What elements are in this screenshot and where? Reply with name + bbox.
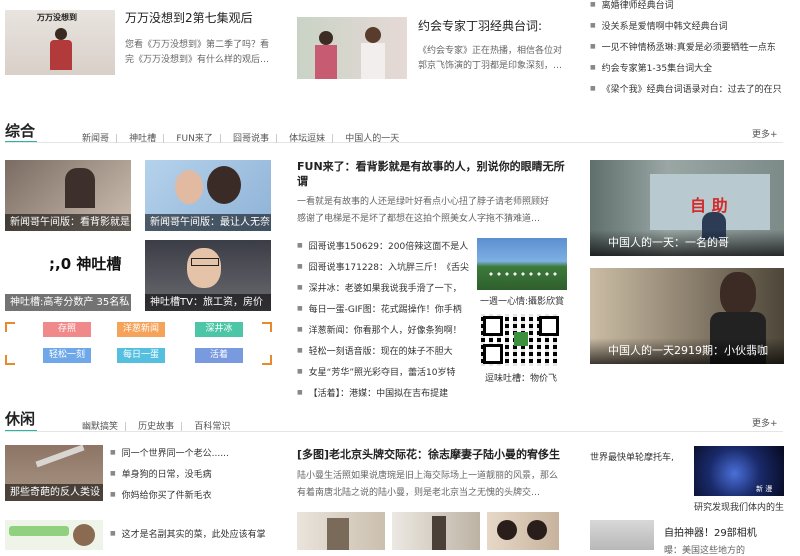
qr-code[interactable] xyxy=(481,314,561,366)
xiuxian-more-link[interactable]: 更多+ xyxy=(752,416,778,429)
top-card1-title[interactable]: 万万没想到2第七集观后 xyxy=(125,9,253,26)
list-item[interactable]: 轻松一刻语音版：现在的妹子不胆大 xyxy=(297,341,472,362)
zonghe-thumb-3[interactable]: ;,0 神吐槽 神吐槽:高考分数产 35名私 xyxy=(5,240,131,311)
tag-huozhe[interactable]: 活着 xyxy=(195,348,243,363)
list-item[interactable]: 洋葱新闻：你看那个人，好像条狗啊！ xyxy=(297,320,472,341)
thumb-caption: 新闻哥午间版：最让人无奈 xyxy=(145,214,271,231)
nav-fun[interactable]: FUN来了 xyxy=(176,134,213,144)
top-card1-thumb[interactable]: 万万没想到 xyxy=(5,10,115,75)
shentucao-logo: ;,0 神吐槽 xyxy=(49,255,122,273)
xiuxian-photo-3[interactable] xyxy=(487,512,559,550)
nav-youmo[interactable]: 幽默搞笑 xyxy=(82,422,118,432)
thumb-caption: 神吐槽TV：旅工资，房价 xyxy=(145,294,271,311)
person-figure xyxy=(55,28,67,40)
right-photo-man[interactable]: 中国人的一天2919期：小伙翡咖 xyxy=(590,268,784,364)
zonghe-thumb-2[interactable]: 新闻哥午间版：最让人无奈 xyxy=(145,160,271,231)
zonghe-thumb-1[interactable]: 新闻哥午间版：看背影就是 xyxy=(5,160,131,231)
list-item[interactable]: 单身狗的日常，没毛病 xyxy=(110,464,280,485)
list-item[interactable]: 每日一蛋-GIF图：花式踢操作！你手柄 xyxy=(297,299,472,320)
top-card1-thumb-text: 万万没想到 xyxy=(37,13,77,22)
list-item[interactable]: 囧哥说事171228：入坑胖三斤！《舌尖 xyxy=(297,257,472,278)
zonghe-summary-1: 一看就是有故事的人还是绿叶好看点小心扭了脖子请老师照顾好 xyxy=(297,197,550,207)
list-item[interactable]: 深井冰：老婆如果我说我手滑了一下， xyxy=(297,278,472,299)
top-card2-desc2: 郭京飞饰演的丁羽都是印象深刻，… xyxy=(418,61,563,71)
xiuxian-summary-1: 陆小曼生活照如果说唐琬是旧上海交际场上一道靓丽的风景，那么 xyxy=(297,471,559,481)
tag-qingsong[interactable]: 轻松一刻 xyxy=(43,348,91,363)
nav-titan[interactable]: 体坛逗妹 xyxy=(289,134,325,144)
top-list-item[interactable]: 离婚律师经典台词 xyxy=(590,0,795,16)
nav-zhongguoren[interactable]: 中国人的一天 xyxy=(345,134,399,144)
zonghe-headline-2[interactable]: 谓 xyxy=(297,173,308,189)
list-item[interactable]: 【活着】：港媒：中国拟在吉布提建 xyxy=(297,383,472,404)
section-title-xiuxian: 休闲 xyxy=(5,410,36,428)
top-list-item[interactable]: 《梁个我》经典台词语录对白：过去了的在只 xyxy=(590,79,795,100)
xiuxian-photo-1[interactable] xyxy=(297,512,385,550)
tag-cunzhao[interactable]: 存照 xyxy=(43,322,91,337)
mid-photo-caption[interactable]: 一週一心情:攝影欣賞 xyxy=(480,294,564,307)
xiuxian-right-item2[interactable]: 自拍神器！29部相机 xyxy=(664,524,757,539)
zonghe-headline-1[interactable]: FUN来了：看背影就是有故事的人，别说你的眼睛无所 xyxy=(297,158,572,174)
xiuxian-summary-2: 有着南唐北陆之说的陆小曼，则是老北京当之无愧的头牌交… xyxy=(297,488,541,498)
top-card2-title[interactable]: 约会专家丁羽经典台词: xyxy=(418,17,542,34)
top-card1-desc1: 您看《万万没想到》第二季了吗？看 xyxy=(125,40,270,50)
xiuxian-headline[interactable]: [多图]老北京头牌交际花：徐志摩妻子陆小曼的宥侈生 xyxy=(297,446,567,462)
xiuxian-photo-2[interactable] xyxy=(392,512,480,550)
top-list-item[interactable]: 一见不钟情杨丞琳:真爱是必须要牺牲一点东 xyxy=(590,37,795,58)
xiuxian-right-text[interactable]: 世界最快单轮摩托车, xyxy=(590,450,690,463)
list-item[interactable]: 同一个世界同一个老公...... xyxy=(110,443,280,464)
thumb-caption: 那些奇葩的反人类设 xyxy=(5,484,103,501)
nav-jiongge[interactable]: 囧哥说事 xyxy=(233,134,269,144)
list-item[interactable]: 你妈给你买了件新毛衣 xyxy=(110,485,280,506)
top-list-item[interactable]: 约会专家第1-35集台词大全 xyxy=(590,58,795,79)
right-photo-caption: 中国人的一天：一名的哥 xyxy=(590,230,784,256)
xiuxian-thumb-1[interactable]: 那些奇葩的反人类设 xyxy=(5,445,103,501)
thumb-caption: 神吐槽:高考分数产 35名私 xyxy=(5,294,131,311)
xiuxian-right-thumb-2[interactable] xyxy=(590,520,654,550)
tag-shenjingbing[interactable]: 深井冰 xyxy=(195,322,243,337)
nav-lishi[interactable]: 历史故事 xyxy=(138,422,174,432)
mid-photo-flowers[interactable] xyxy=(477,238,567,290)
xiuxian-thumb-2[interactable] xyxy=(5,520,103,550)
list-item[interactable]: 女星“芳华”照光彩夺目，蕾活10岁特 xyxy=(297,362,472,383)
tag-frame-corner-br xyxy=(262,355,272,365)
xiuxian-right-thumb-label: 新 漫 xyxy=(756,485,773,493)
nav-baike[interactable]: 百科常识 xyxy=(194,422,230,432)
nav-shentucao[interactable]: 神吐槽 xyxy=(129,134,156,144)
qr-caption[interactable]: 逗味吐槽：物价飞 xyxy=(485,371,557,384)
right-photo-driver[interactable]: 自 助 中国人的一天：一名的哥 xyxy=(590,160,784,256)
tag-yangcong[interactable]: 洋葱新闻 xyxy=(117,322,165,337)
nav-xinwenge[interactable]: 新闻哥 xyxy=(82,134,109,144)
thumb-caption: 新闻哥午间版：看背影就是 xyxy=(5,214,131,231)
xiuxian-list: 同一个世界同一个老公...... 单身狗的日常，没毛病 你妈给你买了件新毛衣 xyxy=(110,443,280,506)
tag-frame-corner-bl xyxy=(5,355,15,365)
top-card2-thumb[interactable] xyxy=(297,17,407,79)
zonghe-thumb-4[interactable]: 神吐槽TV：旅工资，房价 xyxy=(145,240,271,311)
top-list: 离婚律师经典台词 没关系是爱情啊中韩文经典台词 一见不钟情杨丞琳:真爱是必须要牺… xyxy=(590,0,795,100)
zonghe-summary-2: 感谢了电梯是不是坏了都想在这拍个照美女人字拖不猜难道… xyxy=(297,214,541,224)
top-card2-desc1: 《约会专家》正在热播，相信各位对 xyxy=(418,46,563,56)
xiuxian-right-thumb[interactable]: 新 漫 xyxy=(694,446,784,496)
tag-meiri[interactable]: 每日一蛋 xyxy=(117,348,165,363)
list-item[interactable]: 这才是名副其实的菜，此处应该有掌 xyxy=(110,524,280,545)
xiuxian-nav: 幽默搞笑 | 历史故事 | 百科常识 xyxy=(82,422,231,432)
tag-frame-corner-tl xyxy=(5,322,15,332)
zonghe-more-link[interactable]: 更多+ xyxy=(752,127,778,140)
list-item[interactable]: 囧哥说事150629：200倍辣这面不是人 xyxy=(297,236,472,257)
top-card1-desc2: 完《万万没想到》有什么样的观后… xyxy=(125,55,270,65)
zonghe-nav: 新闻哥 | 神吐槽 | FUN来了 | 囧哥说事 | 体坛逗妹 | 中国人的一天 xyxy=(82,134,400,144)
zonghe-bullet-list: 囧哥说事150629：200倍辣这面不是人 囧哥说事171228：入坑胖三斤！《… xyxy=(297,236,472,404)
section-title-zonghe: 综合 xyxy=(5,122,36,140)
tag-frame-corner-tr xyxy=(262,322,272,332)
xiuxian-right-thumb-caption[interactable]: 研究发现我们体内的生 xyxy=(694,500,784,513)
right-photo-caption: 中国人的一天2919期：小伙翡咖 xyxy=(590,338,784,364)
top-list-item[interactable]: 没关系是爱情啊中韩文经典台词 xyxy=(590,16,795,37)
